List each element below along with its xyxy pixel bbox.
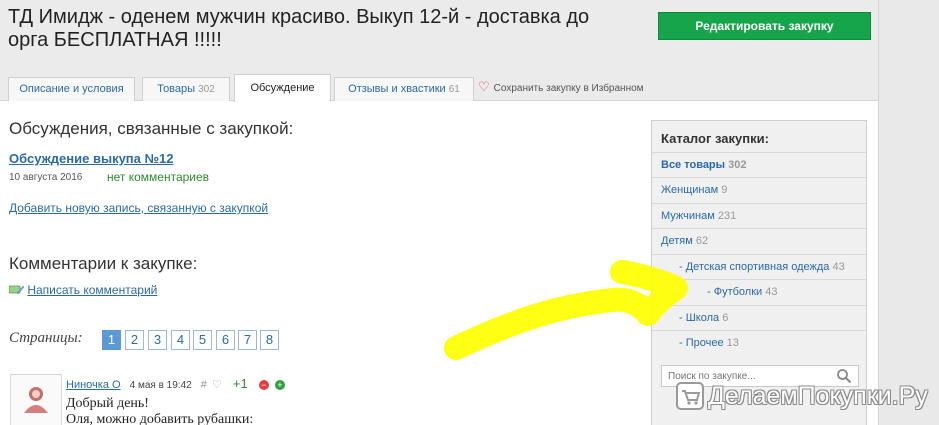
page-8-button[interactable]: 8 — [260, 330, 279, 350]
avatar-icon — [24, 387, 48, 413]
comment-author[interactable]: Ниночка О — [66, 379, 121, 391]
page-title-line2: орга БЕСПЛАТНАЯ !!!!! — [8, 29, 222, 51]
catalog-item-count: 6 — [722, 312, 729, 324]
page-4-button[interactable]: 4 — [171, 330, 190, 350]
comment-date: 4 мая в 19:42 — [129, 380, 192, 391]
catalog-item-label: - Детская спортивная одежда — [679, 261, 830, 273]
catalog-item-kids[interactable]: Детям 62 — [652, 228, 866, 254]
catalog-item-tshirts[interactable]: - Футболки 43 — [652, 279, 866, 305]
catalog-item-count: 231 — [717, 210, 737, 222]
comment-text-line2: Оля, можно добавить рубашки: — [66, 412, 254, 425]
catalog-item-count: 43 — [765, 286, 778, 298]
catalog-item-count: 302 — [728, 159, 747, 171]
comment-permalink[interactable]: # — [201, 379, 207, 391]
page-header: ТД Имидж - оденем мужчин красиво. Выкуп … — [0, 0, 878, 102]
page-2-button[interactable]: 2 — [125, 330, 144, 350]
catalog-item-men[interactable]: Мужчинам 231 — [652, 203, 866, 229]
heart-icon: ♡ — [478, 79, 490, 94]
save-to-favorites[interactable]: ♡ Сохранить закупку в Избранном — [478, 80, 644, 96]
cart-logo-icon — [676, 382, 704, 410]
page-3-button[interactable]: 3 — [148, 330, 167, 350]
discussion-item-date: 10 августа 2016 — [9, 172, 83, 183]
pager-label: Страницы: — [9, 330, 83, 346]
right-background-strip — [878, 0, 939, 425]
write-comment[interactable]: Написать комментарий — [8, 283, 157, 297]
page-title-line1: ТД Имидж - оденем мужчин красиво. Выкуп … — [8, 6, 590, 28]
comments-heading: Комментарии к закупке: — [9, 254, 198, 273]
catalog-item-label: Все товары — [661, 159, 726, 171]
page-title: ТД Имидж - оденем мужчин красиво. Выкуп … — [8, 6, 648, 52]
catalog-item-women[interactable]: Женщинам 9 — [652, 177, 866, 203]
page-5-button[interactable]: 5 — [193, 330, 212, 350]
add-discussion-link[interactable]: Добавить новую запись, связанную с закуп… — [9, 201, 268, 215]
tab-discussion[interactable]: Обсуждение — [234, 74, 331, 102]
avatar[interactable] — [10, 374, 62, 425]
comment-rating: +1 — [232, 376, 248, 391]
catalog-item-label: - Футболки — [707, 286, 763, 298]
watermark-text: ДелаемПокупки.Ру — [708, 382, 928, 410]
tab-goods[interactable]: Товары 302 — [142, 77, 230, 101]
page-7-button[interactable]: 7 — [238, 330, 257, 350]
catalog-item-count: 9 — [721, 184, 728, 196]
catalog-item-label: Мужчинам — [661, 210, 715, 222]
tab-reviews-label: Отзывы и хвастики — [348, 83, 446, 95]
write-comment-link[interactable]: Написать комментарий — [27, 283, 157, 297]
save-to-favorites-label: Сохранить закупку в Избранном — [493, 83, 644, 94]
edit-purchase-button[interactable]: Редактировать закупку — [658, 12, 871, 40]
comment-meta: Ниночка О 4 мая в 19:42 # ♡ +1 − + — [66, 376, 285, 391]
pencil-comment-icon — [8, 285, 25, 295]
tab-description-label: Описание и условия — [19, 83, 124, 95]
tab-goods-count: 302 — [198, 84, 215, 95]
catalog-item-count: 62 — [695, 235, 709, 247]
discussion-item-link[interactable]: Обсуждение выкупа №12 — [9, 151, 173, 166]
catalog-title: Каталог закупки: — [661, 131, 769, 146]
minus-icon[interactable]: − — [258, 380, 269, 391]
catalog-item-kids-sport[interactable]: - Детская спортивная одежда 43 — [652, 254, 866, 280]
discussion-item-comments: нет комментариев — [107, 170, 210, 184]
tab-reviews-count: 61 — [448, 84, 460, 95]
catalog-item-label: Детям — [661, 235, 693, 247]
page-6-button[interactable]: 6 — [216, 330, 235, 350]
tab-reviews[interactable]: Отзывы и хвастики 61 — [334, 77, 474, 101]
catalog-item-count: 43 — [832, 261, 845, 273]
catalog-item-school[interactable]: - Школа 6 — [652, 305, 866, 331]
comment-text-line1: Добрый день! — [66, 396, 149, 411]
catalog-item-other[interactable]: - Прочее 13 — [652, 330, 866, 356]
catalog-item-label: - Школа — [679, 312, 720, 324]
tab-description[interactable]: Описание и условия — [8, 77, 135, 101]
tab-goods-label: Товары — [157, 83, 196, 95]
catalog-item-label: Женщинам — [661, 184, 719, 196]
page-1-button[interactable]: 1 — [102, 330, 121, 350]
catalog-item-all[interactable]: Все товары 302 — [652, 152, 866, 178]
tab-discussion-label: Обсуждение — [250, 82, 315, 94]
catalog-item-label: - Прочее — [679, 337, 724, 349]
comment-text: Добрый день! Оля, можно добавить рубашки… — [66, 396, 253, 425]
plus-icon[interactable]: + — [274, 380, 285, 391]
catalog-item-count: 13 — [726, 337, 739, 349]
heart-icon[interactable]: ♡ — [212, 379, 222, 391]
discussions-heading: Обсуждения, связанные с закупкой: — [9, 119, 294, 138]
purchase-page: ТД Имидж - оденем мужчин красиво. Выкуп … — [0, 0, 878, 425]
watermark: ДелаемПокупки.Ру — [676, 380, 939, 412]
